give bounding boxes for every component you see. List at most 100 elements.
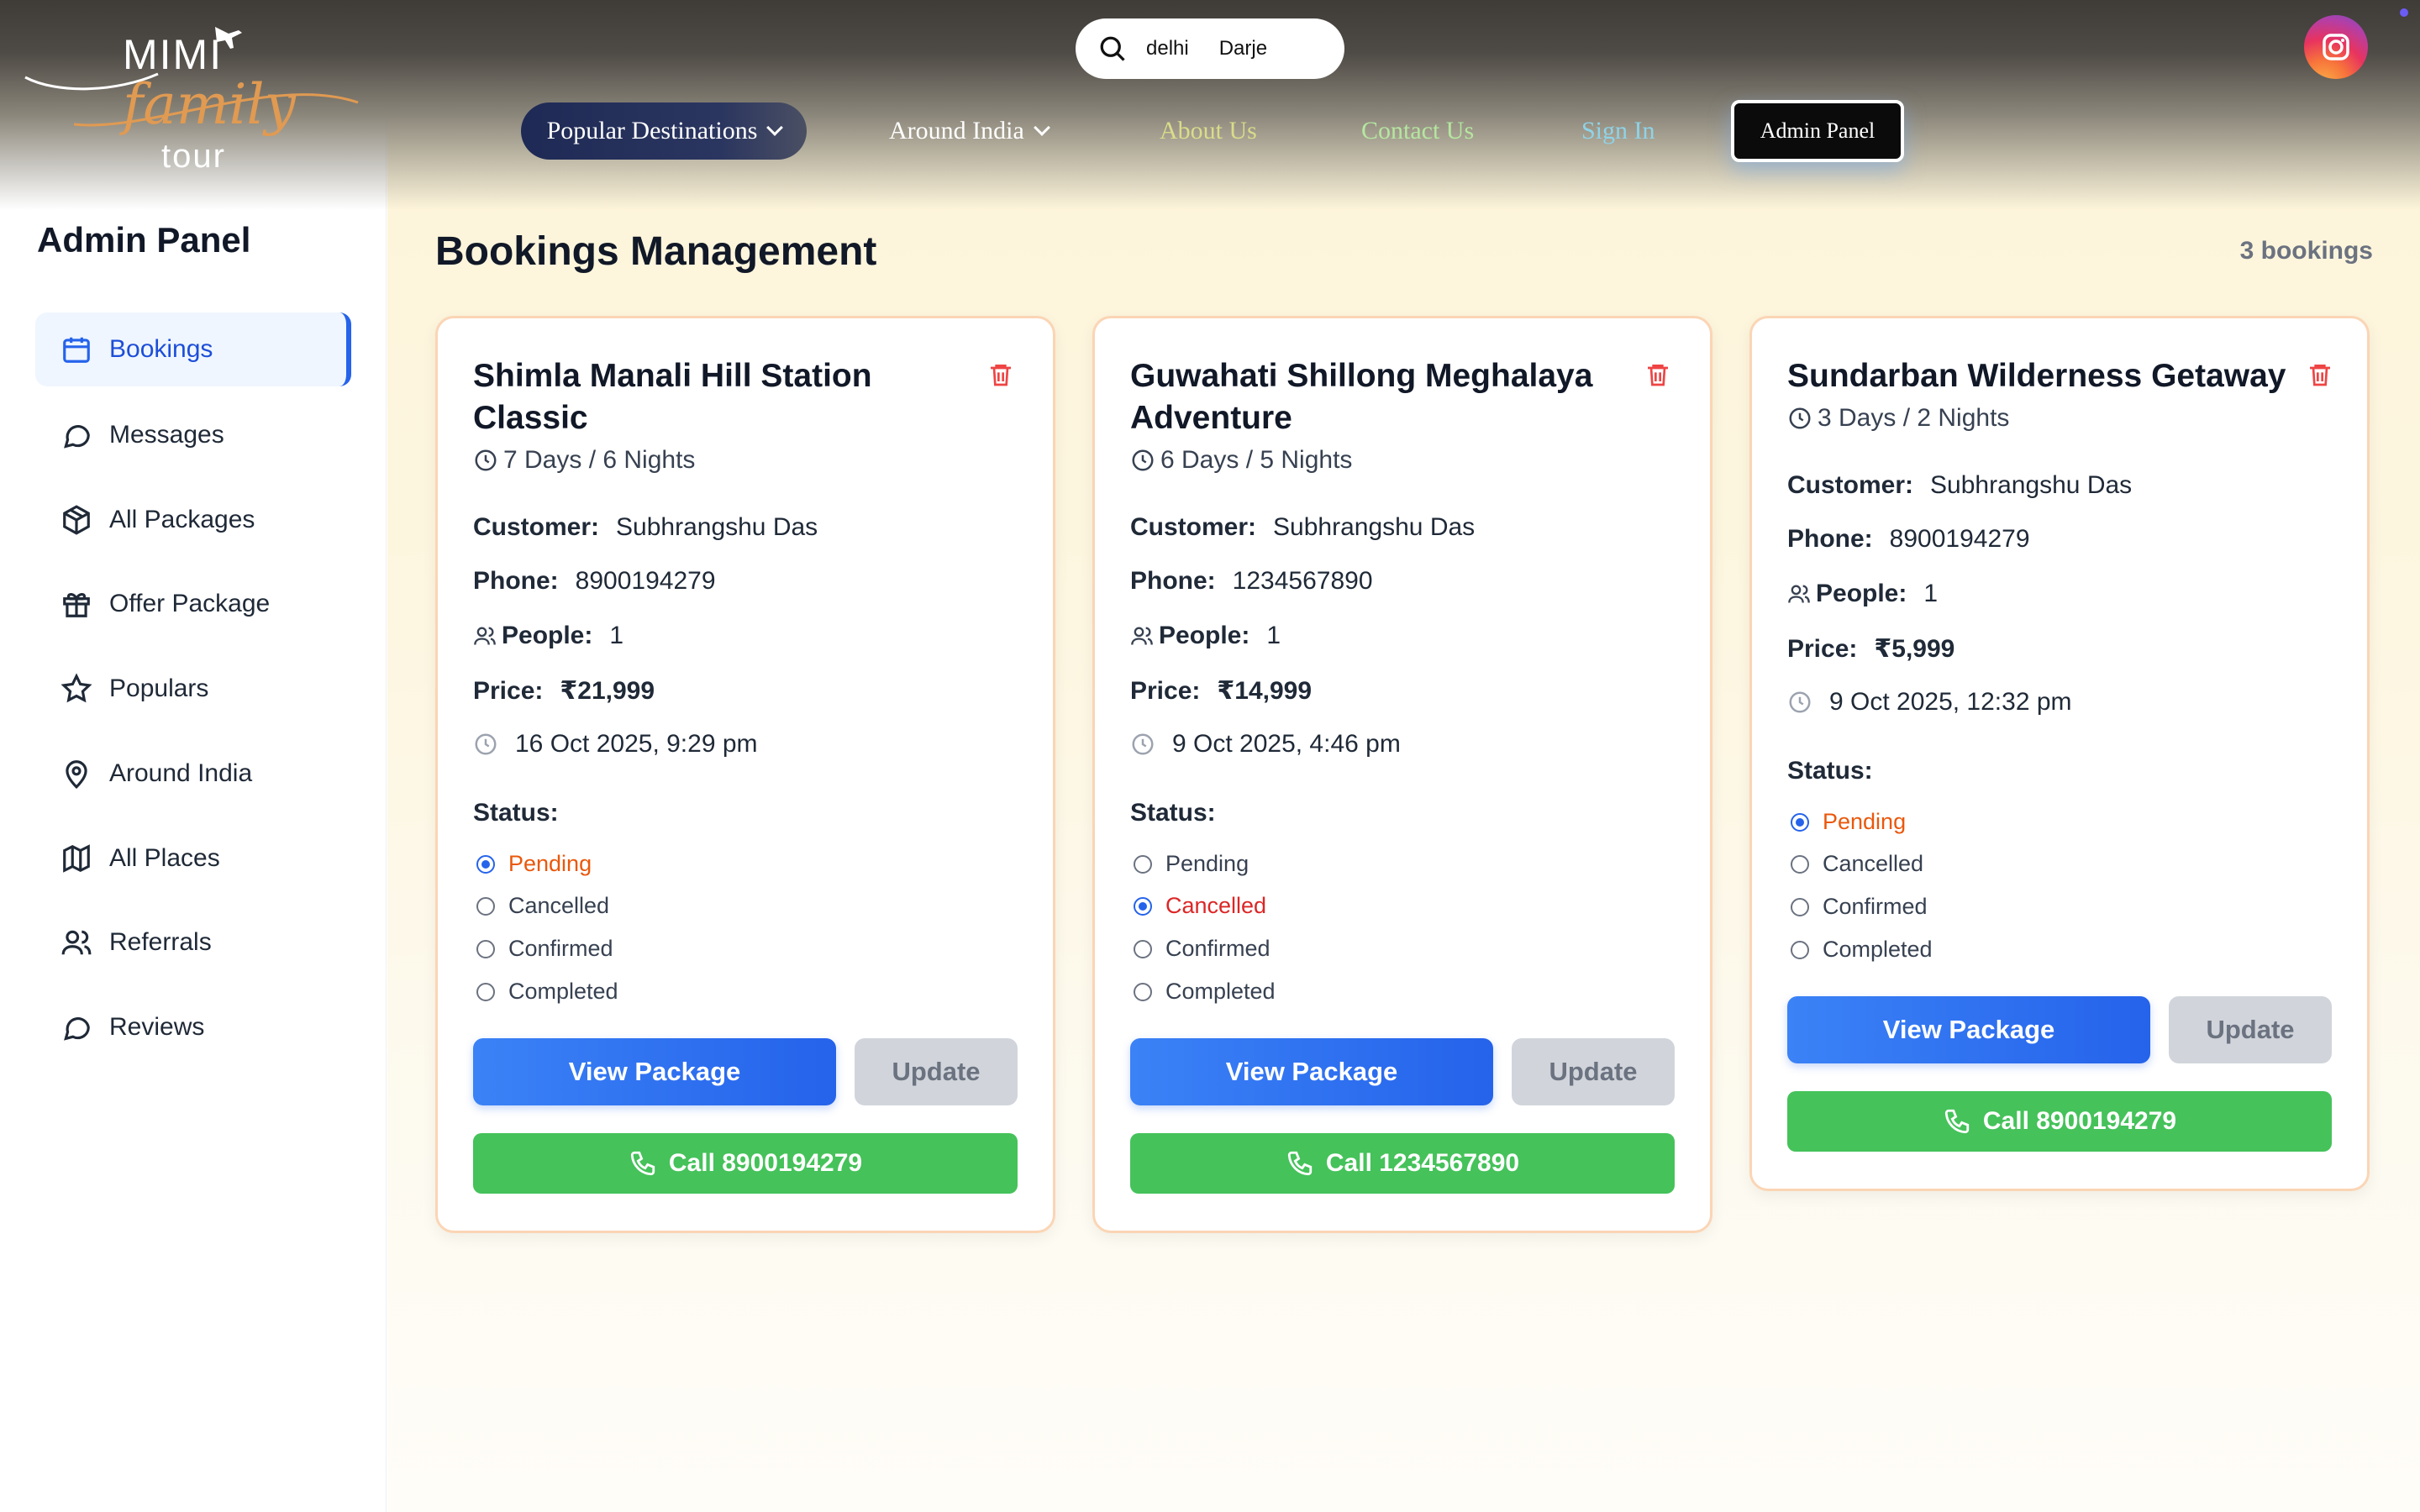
sidebar-item-bookings[interactable]: Bookings — [35, 312, 351, 386]
sidebar-item-all-places[interactable]: All Places — [35, 822, 351, 895]
radio-button[interactable] — [476, 982, 495, 1001]
radio-button[interactable] — [1791, 854, 1809, 874]
trash-icon[interactable] — [987, 360, 1014, 389]
status-option-confirmed[interactable]: Confirmed — [1134, 936, 1270, 962]
booking-duration: 6 Days / 5 Nights — [1130, 446, 1352, 475]
calendar-icon — [63, 337, 90, 363]
brand-logo[interactable]: MIMI family tour — [24, 15, 360, 175]
view-package-button[interactable]: View Package — [473, 1038, 836, 1105]
logo-text-tour: tour — [161, 138, 226, 175]
radio-button[interactable] — [1791, 897, 1809, 916]
price-label: Price: — [1130, 676, 1201, 705]
sidebar-title: Admin Panel — [37, 220, 251, 260]
price-value: ₹14,999 — [1217, 677, 1313, 705]
status-option-pending[interactable]: Pending — [1134, 851, 1249, 877]
view-package-button[interactable]: View Package — [1787, 996, 2150, 1063]
sidebar-item-label: Referrals — [109, 928, 212, 956]
call-button[interactable]: Call 8900194279 — [473, 1133, 1018, 1194]
status-option-confirmed[interactable]: Confirmed — [1791, 894, 1928, 920]
call-button[interactable]: Call 8900194279 — [1787, 1091, 2332, 1152]
customer-value: Subhrangshu Das — [616, 513, 818, 541]
instagram-button[interactable] — [2304, 15, 2368, 79]
status-label: Status: — [1130, 799, 1216, 827]
trash-icon[interactable] — [2307, 360, 2333, 389]
sidebar-item-populars[interactable]: Populars — [35, 652, 351, 726]
view-package-button[interactable]: View Package — [1130, 1038, 1493, 1105]
people-value: 1 — [1923, 580, 1939, 607]
update-button[interactable]: Update — [1512, 1038, 1675, 1105]
phone-value: 8900194279 — [575, 567, 716, 595]
status-option-cancelled[interactable]: Cancelled — [1134, 893, 1266, 919]
people-value: 1 — [1266, 622, 1281, 649]
people-value: 1 — [609, 622, 624, 649]
nav-around-india[interactable]: Around India — [889, 102, 1050, 160]
booking-title: Shimla Manali Hill Station Classic — [473, 358, 872, 436]
date-row: 16 Oct 2025, 9:29 pm — [473, 730, 758, 759]
people-row: People: 1 — [473, 622, 623, 650]
nav-popular-destinations[interactable]: Popular Destinations — [521, 102, 807, 160]
radio-button[interactable] — [476, 939, 495, 958]
price-value: ₹5,999 — [1874, 635, 1955, 663]
status-option-completed[interactable]: Completed — [476, 979, 618, 1005]
price-row: Price: ₹5,999 — [1787, 634, 1954, 664]
customer-label: Customer: — [473, 513, 600, 541]
people-row: People: 1 — [1787, 580, 1938, 608]
radio-button[interactable] — [476, 896, 495, 916]
option-label: Confirmed — [1165, 936, 1270, 961]
radio-button[interactable] — [1134, 939, 1152, 958]
nav-about-us[interactable]: About Us — [1160, 102, 1257, 160]
clock-icon — [1132, 449, 1154, 471]
radio-button[interactable] — [476, 854, 495, 874]
call-label: Call 1234567890 — [1325, 1149, 1520, 1177]
sidebar-item-referrals[interactable]: Referrals — [35, 906, 351, 979]
status-option-confirmed[interactable]: Confirmed — [476, 936, 613, 962]
sidebar-item-offer-package[interactable]: Offer Package — [35, 567, 351, 641]
status-option-cancelled[interactable]: Cancelled — [1791, 851, 1923, 877]
date-row: 9 Oct 2025, 4:46 pm — [1130, 730, 1401, 759]
option-label: Cancelled — [1165, 893, 1267, 918]
customer-row: Customer: Subhrangshu Das — [1787, 471, 2132, 500]
booking-date: 9 Oct 2025, 12:32 pm — [1829, 688, 2072, 716]
sidebar-item-label: All Packages — [109, 506, 255, 533]
sidebar-item-messages[interactable]: Messages — [35, 398, 351, 472]
sidebar-item-all-packages[interactable]: All Packages — [35, 483, 351, 557]
phone-value: 1234567890 — [1232, 567, 1373, 595]
status-option-pending[interactable]: Pending — [1791, 809, 1906, 835]
search-input[interactable]: delhi Darje — [1076, 18, 1344, 79]
people-label: People: — [1816, 580, 1907, 607]
update-button[interactable]: Update — [855, 1038, 1018, 1105]
trash-icon[interactable] — [1644, 360, 1671, 389]
booking-title: Sundarban Wilderness Getaway — [1787, 358, 2286, 394]
duration-text: 6 Days / 5 Nights — [1160, 446, 1353, 474]
radio-button[interactable] — [1791, 940, 1809, 959]
option-label: Confirmed — [1823, 894, 1928, 919]
radio-button[interactable] — [1134, 896, 1152, 916]
star-icon — [60, 673, 92, 703]
nav-sign-in[interactable]: Sign In — [1581, 102, 1655, 160]
sidebar-item-label: Offer Package — [109, 590, 271, 617]
update-button[interactable]: Update — [2169, 996, 2332, 1063]
radio-button[interactable] — [1791, 812, 1809, 832]
nav-contact-us[interactable]: Contact Us — [1361, 102, 1474, 160]
nav-admin-panel[interactable]: Admin Panel — [1731, 100, 1904, 162]
call-button[interactable]: Call 1234567890 — [1130, 1133, 1675, 1194]
status-option-completed[interactable]: Completed — [1134, 979, 1276, 1005]
customer-value: Subhrangshu Das — [1273, 513, 1476, 541]
booking-card: Guwahati Shillong Meghalaya Adventure 6 … — [1092, 316, 1712, 1233]
status-option-pending[interactable]: Pending — [476, 851, 592, 877]
clock-icon — [1789, 691, 1811, 713]
chat-icon — [64, 1017, 90, 1041]
status-option-cancelled[interactable]: Cancelled — [476, 893, 609, 919]
sidebar-item-around-india[interactable]: Around India — [35, 737, 351, 811]
phone-label: Phone: — [473, 567, 559, 595]
sidebar-item-label: Around India — [109, 759, 253, 787]
search-value[interactable]: Darje — [1219, 37, 1267, 60]
users-icon — [61, 930, 92, 955]
sidebar-item-label: Reviews — [109, 1013, 205, 1041]
radio-button[interactable] — [1134, 982, 1152, 1001]
search-icon — [1100, 36, 1125, 61]
status-option-completed[interactable]: Completed — [1791, 937, 1933, 963]
map-icon — [63, 844, 90, 873]
sidebar-item-reviews[interactable]: Reviews — [35, 990, 351, 1064]
radio-button[interactable] — [1134, 854, 1152, 874]
